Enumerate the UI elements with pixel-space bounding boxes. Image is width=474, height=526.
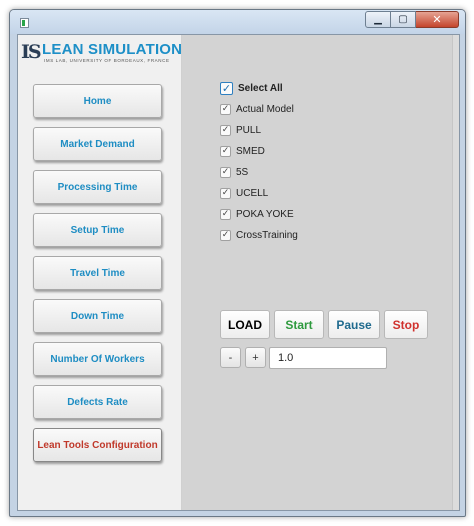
client-area: IS LEAN SIMULATION IMS LAB, UNIVERSITY O… <box>17 34 460 511</box>
minimize-icon: ▁ <box>374 14 382 25</box>
plus-icon: + <box>252 351 259 364</box>
minimize-button[interactable]: ▁ <box>365 11 391 28</box>
nav-button-setup-time[interactable]: Setup Time <box>33 213 162 247</box>
checkbox-ucell[interactable]: ✓ UCELL <box>220 185 268 201</box>
checkbox-label: SMED <box>236 145 265 157</box>
title-bar: ▁ ▢ ✕ <box>10 10 465 34</box>
start-button[interactable]: Start <box>274 310 324 339</box>
nav-button-label: Down Time <box>70 310 125 322</box>
checkbox-check-icon[interactable]: ✓ <box>220 166 231 178</box>
vertical-scrollbar[interactable] <box>452 35 459 510</box>
nav-button-number-of-workers[interactable]: Number Of Workers <box>33 342 162 376</box>
close-button[interactable]: ✕ <box>416 11 459 28</box>
nav-button-lean-tools-configuration[interactable]: Lean Tools Configuration <box>33 428 162 462</box>
checkbox-label: POKA YOKE <box>236 208 294 220</box>
checkbox-pull[interactable]: ✓ PULL <box>220 122 261 138</box>
checkbox-5s[interactable]: ✓ 5S <box>220 164 248 180</box>
nav-button-travel-time[interactable]: Travel Time <box>33 256 162 290</box>
checkbox-check-icon[interactable]: ✓ <box>220 145 231 157</box>
checkbox-smed[interactable]: ✓ SMED <box>220 143 265 159</box>
stop-button[interactable]: Stop <box>384 310 428 339</box>
nav-button-home[interactable]: Home <box>33 84 162 118</box>
nav-button-label: Market Demand <box>60 138 135 150</box>
logo-mark: IS <box>21 41 42 63</box>
nav-button-label: Setup Time <box>70 224 125 236</box>
load-label: LOAD <box>228 317 262 332</box>
checkbox-check-icon[interactable]: ✓ <box>220 103 231 115</box>
checkbox-check-icon[interactable]: ✓ <box>220 208 231 220</box>
pause-label: Pause <box>336 317 372 332</box>
logo-subtitle: IMS LAB, UNIVERSITY OF BORDEAUX, FRANCE <box>44 58 170 63</box>
close-icon: ✕ <box>432 13 442 26</box>
load-button[interactable]: LOAD <box>220 310 270 339</box>
stop-label: Stop <box>392 317 420 332</box>
start-label: Start <box>285 317 313 332</box>
nav-button-label: Processing Time <box>57 181 138 193</box>
speed-input[interactable] <box>269 347 387 369</box>
nav-button-label: Home <box>83 95 112 107</box>
checkbox-actual-model[interactable]: ✓ Actual Model <box>220 101 294 117</box>
checkbox-label: Actual Model <box>236 103 294 115</box>
logo-title: LEAN SIMULATION <box>42 41 183 58</box>
checkbox-label: PULL <box>236 124 262 136</box>
app-window: ▁ ▢ ✕ IS LEAN SIMULATION IMS LAB, UNIVER… <box>9 9 466 517</box>
minus-icon: - <box>228 351 233 364</box>
nav-button-market-demand[interactable]: Market Demand <box>33 127 162 161</box>
increase-speed-button[interactable]: + <box>245 347 266 368</box>
nav-button-defects-rate[interactable]: Defects Rate <box>33 385 162 419</box>
nav-button-label: Defects Rate <box>67 396 128 408</box>
checkbox-label: Select All <box>238 82 283 94</box>
checkbox-select-all[interactable]: ✓ Select All <box>220 80 283 96</box>
maximize-button[interactable]: ▢ <box>391 11 416 28</box>
logo: IS LEAN SIMULATION IMS LAB, UNIVERSITY O… <box>21 39 183 65</box>
checkbox-label: 5S <box>236 166 249 178</box>
nav-button-processing-time[interactable]: Processing Time <box>33 170 162 204</box>
checkbox-poka-yoke[interactable]: ✓ POKA YOKE <box>220 206 294 222</box>
checkbox-check-icon[interactable]: ✓ <box>220 81 233 95</box>
decrease-speed-button[interactable]: - <box>220 347 241 368</box>
window-controls: ▁ ▢ ✕ <box>365 11 459 28</box>
app-icon <box>20 18 29 28</box>
pause-button[interactable]: Pause <box>328 310 380 339</box>
nav-button-label: Travel Time <box>70 267 125 279</box>
nav-button-label: Number Of Workers <box>50 353 145 365</box>
sidebar: IS LEAN SIMULATION IMS LAB, UNIVERSITY O… <box>18 35 182 510</box>
checkbox-label: UCELL <box>236 187 269 199</box>
checkbox-crosstraining[interactable]: ✓ CrossTraining <box>220 227 298 243</box>
maximize-icon: ▢ <box>398 14 408 25</box>
main-panel: ✓ Select All ✓ Actual Model ✓ PULL ✓ SME… <box>182 35 459 510</box>
checkbox-label: CrossTraining <box>236 229 298 241</box>
nav-button-down-time[interactable]: Down Time <box>33 299 162 333</box>
checkbox-check-icon[interactable]: ✓ <box>220 124 231 136</box>
nav-button-label: Lean Tools Configuration <box>37 439 158 451</box>
checkbox-check-icon[interactable]: ✓ <box>220 229 231 241</box>
checkbox-check-icon[interactable]: ✓ <box>220 187 231 199</box>
